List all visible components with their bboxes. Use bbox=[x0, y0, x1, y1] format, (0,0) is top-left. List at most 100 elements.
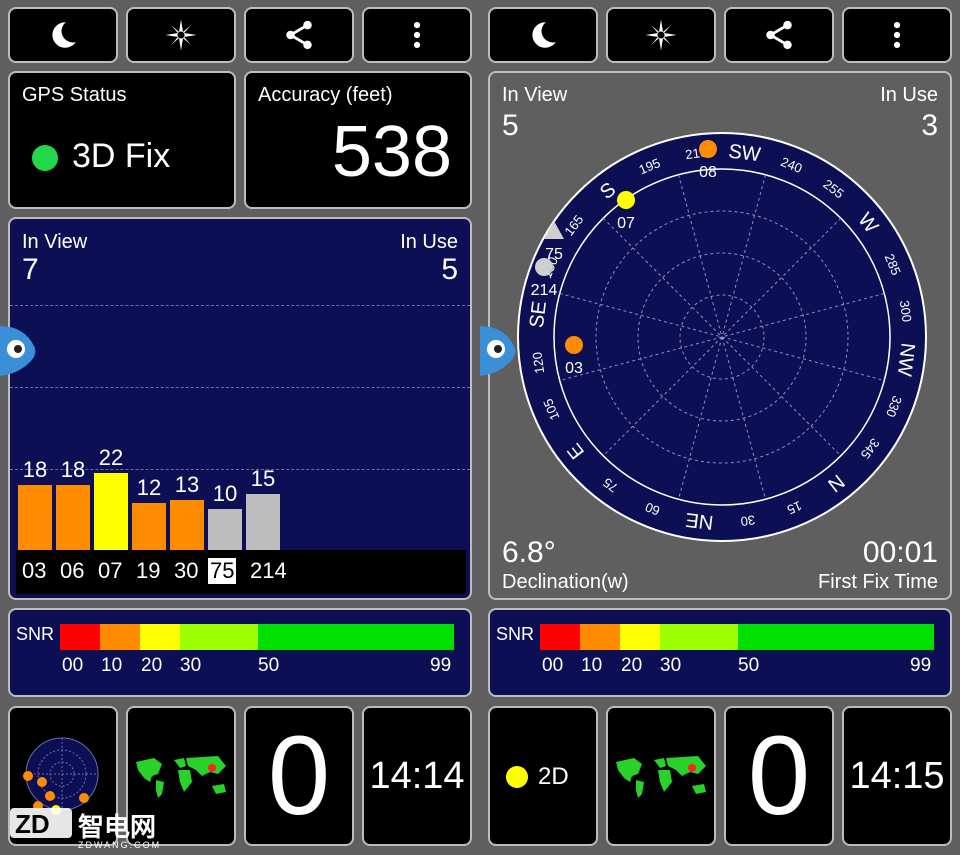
left-drawer-handle-icon[interactable] bbox=[0, 322, 38, 378]
night-mode-button[interactable] bbox=[8, 7, 118, 63]
signal-bar-value: 13 bbox=[174, 472, 200, 497]
world-map-icon bbox=[616, 756, 706, 798]
compass-button[interactable] bbox=[126, 7, 236, 63]
satellite-prn-label: 06 bbox=[60, 558, 85, 583]
satellite-marker bbox=[565, 336, 583, 354]
gps-status-title: GPS Status bbox=[22, 84, 127, 106]
compass-degree-label: 30 bbox=[740, 512, 756, 529]
night-mode-button[interactable] bbox=[488, 7, 598, 63]
in-view-label: In View bbox=[502, 84, 568, 106]
satellite-prn-label: 214 bbox=[531, 282, 558, 299]
signal-bar-value: 18 bbox=[60, 457, 86, 482]
compass-degree-label: 120 bbox=[529, 351, 547, 375]
fix-indicator-dot bbox=[506, 766, 528, 788]
satellite-prn-label: 214 bbox=[250, 558, 287, 583]
satellite-prn-label: 07 bbox=[98, 558, 123, 583]
compass-degree-label: 300 bbox=[897, 299, 915, 323]
satellite-prn-label: 03 bbox=[22, 558, 47, 583]
fix-status-label: 3D Fix bbox=[72, 137, 171, 175]
sky-compass: NNEESESSWWNW1530607510512015016519521024… bbox=[517, 132, 927, 542]
signal-bar-value: 12 bbox=[136, 475, 162, 500]
svg-text:ZDWANG.COM: ZDWANG.COM bbox=[78, 840, 161, 850]
bar-area: 18 18 22 12 13 10 15 bbox=[16, 439, 466, 551]
prn-row: 03 06 07 19 30 75 214 bbox=[16, 550, 466, 594]
in-use-value: 5 bbox=[441, 253, 458, 286]
satellite-count-tile: 0 bbox=[724, 706, 834, 846]
watermark-logo: ZD 智电网 ZDWANG.COM bbox=[10, 806, 170, 850]
clock-tile: 14:14 bbox=[362, 706, 472, 846]
fix-status-tile[interactable]: 2D bbox=[488, 706, 598, 846]
share-button[interactable] bbox=[724, 7, 834, 63]
accuracy-value: 538 bbox=[331, 112, 452, 192]
snr-tick: 30 bbox=[180, 655, 202, 676]
satellite-prn-label: 30 bbox=[174, 558, 199, 583]
signal-bar bbox=[56, 485, 90, 551]
compass-button[interactable] bbox=[606, 7, 716, 63]
share-icon bbox=[286, 20, 312, 50]
declination-label: Declination(w) bbox=[502, 571, 629, 593]
compass-direction-label: NE bbox=[684, 508, 714, 533]
snr-legend-panel: SNR 00 10 20 30 50 99 bbox=[488, 608, 952, 697]
more-vert-icon bbox=[413, 21, 421, 49]
snr-tick: 10 bbox=[581, 655, 603, 676]
signal-bar-value: 10 bbox=[212, 481, 238, 506]
zdwang-logo-icon: ZD 智电网 ZDWANG.COM bbox=[10, 808, 161, 850]
world-map-icon bbox=[136, 756, 226, 798]
signal-strength-panel: In View 7 In Use 5 18 18 22 12 13 10 15 03 06 07… bbox=[8, 217, 472, 600]
snr-tick: 00 bbox=[62, 655, 84, 676]
first-fix-time-value: 00:01 bbox=[862, 536, 938, 569]
snr-color-scale bbox=[540, 624, 934, 650]
gps-status-panel: GPS Status 3D Fix bbox=[8, 71, 236, 209]
signal-bar bbox=[246, 494, 280, 551]
in-view-value: 7 bbox=[22, 253, 39, 286]
snr-tick: 00 bbox=[542, 655, 564, 676]
signal-bar-value: 18 bbox=[22, 457, 48, 482]
first-fix-time-label: First Fix Time bbox=[818, 571, 938, 593]
snr-tick: 50 bbox=[258, 655, 280, 676]
moon-icon bbox=[52, 22, 76, 48]
sky-view-panel: In View 5 In Use 3 N NE E SE S SW W NW 15 30 60 75 1… bbox=[488, 71, 952, 600]
snr-tick: 10 bbox=[101, 655, 123, 676]
signal-bar bbox=[18, 485, 52, 551]
satellite-marker bbox=[699, 140, 717, 158]
compass-direction-label: SE bbox=[526, 300, 551, 329]
declination-value: 6.8° bbox=[502, 536, 556, 569]
satellite-prn-label: 08 bbox=[699, 164, 717, 181]
snr-tick: 50 bbox=[738, 655, 760, 676]
svg-text:ZD: ZD bbox=[15, 809, 50, 839]
share-button[interactable] bbox=[244, 7, 354, 63]
compass-direction-label: SW bbox=[727, 140, 762, 166]
snr-tick: 99 bbox=[430, 655, 452, 676]
satellite-prn-label: 75 bbox=[208, 558, 237, 584]
snr-label: SNR bbox=[496, 624, 535, 644]
snr-label: SNR bbox=[16, 624, 55, 644]
snr-tick: 20 bbox=[141, 655, 163, 676]
accuracy-title: Accuracy (feet) bbox=[258, 84, 393, 106]
world-map-tile[interactable] bbox=[606, 706, 716, 846]
satellite-prn-label: 07 bbox=[617, 215, 635, 232]
signal-bar bbox=[94, 473, 128, 551]
snr-color-scale bbox=[60, 624, 454, 650]
signal-bar bbox=[132, 503, 166, 551]
signal-bar-value: 22 bbox=[98, 445, 124, 470]
in-use-label: In Use bbox=[880, 84, 938, 106]
more-options-button[interactable] bbox=[842, 7, 952, 63]
share-icon bbox=[766, 20, 792, 50]
fix-indicator-dot bbox=[32, 145, 58, 171]
signal-bar-value: 15 bbox=[250, 466, 276, 491]
fix-status-label: 2D bbox=[538, 763, 569, 790]
signal-bar bbox=[170, 500, 204, 551]
satellite-marker bbox=[617, 191, 635, 209]
snr-tick: 20 bbox=[621, 655, 643, 676]
right-drawer-handle-icon[interactable] bbox=[480, 322, 518, 378]
snr-legend-panel: SNR 00 10 20 30 50 99 bbox=[8, 608, 472, 697]
snr-tick: 30 bbox=[660, 655, 682, 676]
moon-icon bbox=[532, 22, 556, 48]
svg-text:智电网: 智电网 bbox=[78, 813, 156, 843]
gridline bbox=[10, 387, 470, 388]
satellite-prn-label: 03 bbox=[565, 360, 583, 377]
satellite-count-tile: 0 bbox=[244, 706, 354, 846]
more-options-button[interactable] bbox=[362, 7, 472, 63]
compass-direction-label: NW bbox=[893, 342, 919, 378]
in-view-label: In View bbox=[22, 231, 88, 253]
